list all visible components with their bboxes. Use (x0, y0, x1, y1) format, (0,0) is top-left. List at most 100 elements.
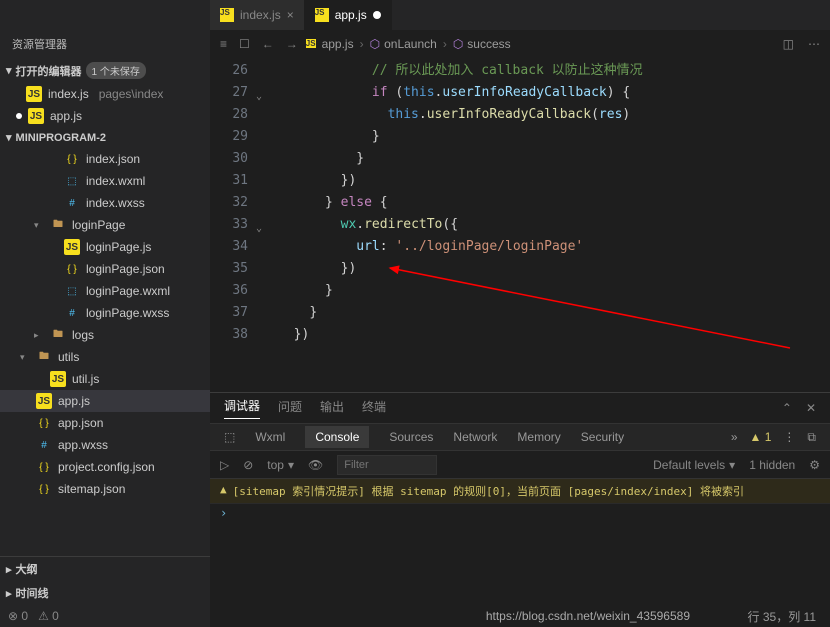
tab-app.js[interactable]: JSapp.js (305, 0, 392, 30)
panel-tab[interactable]: 调试器 (224, 397, 260, 419)
forward-icon[interactable]: → (286, 37, 298, 51)
inspect-icon[interactable]: ⬚ (224, 430, 235, 444)
tree-item[interactable]: { }index.json (0, 148, 210, 170)
js-file-icon: JS (64, 239, 80, 255)
devtools-tab-sources[interactable]: Sources (389, 430, 433, 444)
tree-item[interactable]: ⬚index.wxml (0, 170, 210, 192)
cursor-position[interactable]: 行 35，列 11 (748, 608, 816, 625)
close-icon[interactable]: × (287, 8, 294, 22)
eye-icon[interactable]: 👁 (308, 458, 323, 472)
panel-tab[interactable]: 终端 (362, 398, 386, 419)
clear-icon[interactable]: ⊘ (243, 458, 253, 472)
json-file-icon: { } (36, 459, 52, 475)
folder-icon: 🖿 (36, 349, 52, 365)
tree-item[interactable]: JSloginPage.js (0, 236, 210, 258)
tree-item[interactable]: { }project.config.json (0, 456, 210, 478)
breadcrumb: ≡ ☐ ← → JS app.js › ⬡onLaunch › ⬡success… (210, 30, 830, 58)
editor-tabs: JSindex.js×JSapp.js (0, 0, 830, 30)
sidebar-title: 资源管理器 (0, 30, 210, 58)
kebab-icon[interactable]: ⋮ (783, 430, 795, 444)
breadcrumb-file[interactable]: app.js (322, 37, 354, 51)
more-tabs-icon[interactable]: » (731, 430, 738, 444)
sidebar-status: ⊗ 0 ⚠ 0 (0, 605, 210, 627)
chevron-icon: ▾ (20, 352, 30, 363)
back-icon[interactable]: ← (262, 37, 274, 51)
tree-item[interactable]: #index.wxss (0, 192, 210, 214)
tree-item[interactable]: ▸🖿logs (0, 324, 210, 346)
devtools-tab-console[interactable]: Console (305, 426, 369, 448)
error-count[interactable]: ⊗ 0 (8, 609, 28, 623)
breadcrumb-seg[interactable]: success (467, 37, 510, 51)
editor-area: ≡ ☐ ← → JS app.js › ⬡onLaunch › ⬡success… (210, 30, 830, 627)
js-file-icon: JS (50, 371, 66, 387)
outline-header[interactable]: ▸ 大纲 (0, 557, 210, 581)
tree-item[interactable]: { }loginPage.json (0, 258, 210, 280)
open-editor-item[interactable]: JSindex.jspages\index (0, 83, 210, 105)
folder-icon: 🖿 (50, 217, 66, 233)
panel-tabs: 调试器问题输出终端 ⌃ ✕ (210, 393, 830, 423)
more-icon[interactable]: ⋯ (808, 37, 820, 51)
dock-icon[interactable]: ⧉ (807, 430, 816, 445)
js-file-icon: JS (306, 39, 316, 48)
code-editor[interactable]: 2627⌄282930313233⌄3435363738 // 所以此处加入 c… (210, 58, 830, 392)
tree-item[interactable]: { }app.json (0, 412, 210, 434)
warning-badge[interactable]: ▲ 1 (750, 430, 772, 444)
wxml-file-icon: ⬚ (64, 173, 80, 189)
chevron-right-icon: ▸ (6, 587, 12, 600)
wxss-file-icon: # (64, 305, 80, 321)
js-file-icon: JS (315, 8, 329, 22)
open-editors-label: 打开的编辑器 (16, 63, 82, 79)
tab-index.js[interactable]: JSindex.js× (210, 0, 305, 30)
method-icon: ⬡ (453, 37, 463, 51)
project-name: MINIPROGRAM-2 (16, 132, 106, 144)
tree-item[interactable]: #app.wxss (0, 434, 210, 456)
js-file-icon: JS (36, 393, 52, 409)
js-file-icon: JS (220, 8, 234, 22)
breadcrumb-seg[interactable]: onLaunch (384, 37, 437, 51)
open-editors-header[interactable]: ▾ 打开的编辑器 1 个未保存 (0, 58, 210, 83)
open-editor-item[interactable]: JSapp.js (0, 105, 210, 127)
project-header[interactable]: ▾ MINIPROGRAM-2 (0, 127, 210, 148)
json-file-icon: { } (64, 151, 80, 167)
panel-tab[interactable]: 输出 (320, 398, 344, 419)
play-icon[interactable]: ▷ (220, 458, 229, 472)
chevron-up-icon[interactable]: ⌃ (782, 401, 792, 415)
console-warning[interactable]: ▲ [sitemap 索引情况提示] 根据 sitemap 的规则[0]，当前页… (210, 479, 830, 504)
tree-item[interactable]: #loginPage.wxss (0, 302, 210, 324)
close-icon[interactable]: ✕ (806, 401, 816, 415)
gear-icon[interactable]: ⚙ (809, 458, 820, 472)
tree-item[interactable]: ⬚loginPage.wxml (0, 280, 210, 302)
console-toolbar: ▷ ⊘ top ▾ 👁 Default levels ▾ 1 hidden ⚙ (210, 451, 830, 479)
dirty-indicator (373, 11, 381, 19)
panel-tab[interactable]: 问题 (278, 398, 302, 419)
warning-icon: ▲ (220, 483, 227, 499)
console-message-text: [sitemap 索引情况提示] 根据 sitemap 的规则[0]，当前页面 … (233, 483, 744, 499)
context-select[interactable]: top ▾ (267, 458, 294, 472)
folder-icon: 🖿 (50, 327, 66, 343)
hidden-count[interactable]: 1 hidden (749, 458, 795, 472)
bookmark-icon[interactable]: ☐ (239, 37, 250, 51)
tree-item[interactable]: ▾🖿loginPage (0, 214, 210, 236)
tree-item[interactable]: JSutil.js (0, 368, 210, 390)
chevron-right-icon: ▸ (6, 563, 12, 576)
list-icon[interactable]: ≡ (220, 37, 227, 51)
tree-item[interactable]: { }sitemap.json (0, 478, 210, 500)
warning-count[interactable]: ⚠ 0 (38, 609, 59, 623)
js-file-icon: JS (26, 86, 42, 102)
chevron-icon: ▾ (34, 220, 44, 231)
tree-item[interactable]: JSapp.js (0, 390, 210, 412)
devtools-tab-security[interactable]: Security (581, 430, 624, 444)
tree-item[interactable]: ▾🖿utils (0, 346, 210, 368)
devtools-tab-wxml[interactable]: Wxml (255, 430, 285, 444)
split-icon[interactable]: ◫ (783, 37, 794, 51)
levels-select[interactable]: Default levels ▾ (653, 458, 735, 472)
filter-input[interactable] (337, 455, 437, 475)
devtools-tab-memory[interactable]: Memory (517, 430, 560, 444)
wxss-file-icon: # (64, 195, 80, 211)
devtools-tab-network[interactable]: Network (453, 430, 497, 444)
outline-label: 大纲 (16, 561, 38, 577)
js-file-icon: JS (28, 108, 44, 124)
console-prompt[interactable]: › (210, 504, 830, 522)
timeline-header[interactable]: ▸ 时间线 (0, 581, 210, 605)
wxml-file-icon: ⬚ (64, 283, 80, 299)
